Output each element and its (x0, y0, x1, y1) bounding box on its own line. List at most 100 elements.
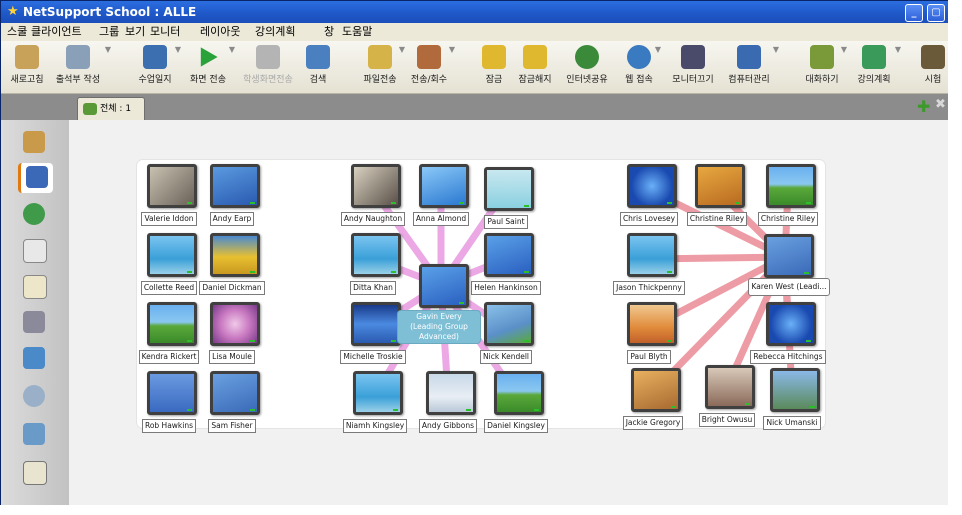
monitor-off-icon (681, 45, 705, 69)
menu-view[interactable]: 보기 (125, 23, 145, 41)
notepad-icon (23, 461, 47, 485)
client-name: Andy Gibbons (418, 419, 478, 433)
unlock-button[interactable]: 잠금해지 (513, 45, 557, 91)
menu-school[interactable]: 스쿨 (7, 23, 27, 41)
client-name: Sam Fisher (208, 419, 256, 433)
lock-button[interactable]: 잠금 (479, 45, 509, 91)
client-name: Chris Lovesey (619, 212, 679, 226)
add-tab-button[interactable]: ✚ (917, 97, 930, 116)
unlock-icon (523, 45, 547, 69)
client-monitor[interactable]: Christine Riley (750, 164, 826, 234)
sidebar-printer[interactable] (18, 308, 50, 338)
menu-group[interactable]: 그룹 (99, 23, 119, 41)
sidebar-documents[interactable] (18, 236, 50, 266)
clients-icon (23, 131, 45, 153)
menu-lesson-plan[interactable]: 강의계획 (255, 23, 295, 41)
sidebar-devices[interactable] (18, 382, 50, 412)
menu-layout[interactable]: 레이아웃 (200, 23, 240, 41)
client-name: Daniel Kingsley (484, 419, 548, 433)
lesson-plan-button[interactable]: ▼ 강의계획 (851, 45, 901, 91)
web-button[interactable]: ▼ 웹 접속 (621, 45, 661, 91)
minimize-button[interactable]: _ (905, 4, 923, 22)
client-name: Christine Riley (686, 212, 748, 226)
client-name: Daniel Dickman (199, 281, 265, 295)
leader-monitor[interactable]: Gavin Every (Leading Group Advanced) (397, 264, 481, 344)
tab-strip: 전체 : 1 (1, 94, 949, 121)
client-monitor[interactable]: Jackie Gregory (615, 368, 691, 438)
distribute-button[interactable]: ▼ 전송/회수 (407, 45, 455, 91)
toolbar: 새로고침 ▼ 출석부 작성 ▼ 수업일지 ▼ 화면 전송 학생화면전송 검색 ▼ 파일전… (1, 41, 949, 94)
exhibit-button[interactable]: 학생화면전송 (237, 45, 299, 91)
menu-window[interactable]: 창 (324, 23, 334, 41)
menu-monitor[interactable]: 모니터 (150, 23, 180, 41)
file-transfer-button[interactable]: ▼ 파일전송 (359, 45, 405, 91)
client-monitor[interactable]: Rebecca Hitchings (750, 302, 826, 372)
register-button[interactable]: ▼ 출석부 작성 (49, 45, 111, 91)
client-monitor[interactable]: Paul Blyth (611, 302, 687, 372)
client-name: Jackie Gregory (622, 416, 684, 430)
monitor-off-button[interactable]: 모니터끄기 (669, 45, 717, 91)
leader-name: Karen West (Leadi... (748, 278, 830, 296)
client-monitor[interactable]: Daniel Kingsley (478, 371, 554, 441)
tab-all[interactable]: 전체 : 1 (77, 97, 145, 121)
client-monitor[interactable]: Andy Naughton (335, 164, 411, 234)
client-monitor[interactable]: Andy Gibbons (410, 371, 486, 441)
client-monitor[interactable]: Niamh Kingsley (337, 371, 413, 441)
restore-button[interactable]: ▢ (927, 4, 945, 22)
journal-icon (143, 45, 167, 69)
client-name: Collette Reed (140, 281, 198, 295)
chat-icon (810, 45, 834, 69)
client-monitor[interactable]: Helen Hankinson (468, 233, 544, 303)
refresh-button[interactable]: 새로고침 (7, 45, 47, 91)
client-name: Paul Blyth (627, 350, 671, 364)
exhibit-icon (256, 45, 280, 69)
star-icon: ★ (7, 4, 19, 19)
sidebar-users[interactable] (18, 344, 50, 374)
client-monitor[interactable]: Sam Fisher (194, 371, 270, 441)
computer-manage-button[interactable]: ▼ 컴퓨터관리 (723, 45, 779, 91)
chat-button[interactable]: ▼ 대화하기 (801, 45, 847, 91)
client-monitor[interactable]: Andy Earp (194, 164, 270, 234)
client-monitor[interactable]: Chris Lovesey (611, 164, 687, 234)
client-monitor[interactable]: Lisa Moule (194, 302, 270, 372)
client-name: Helen Hankinson (471, 281, 541, 295)
client-name: Nick Kendell (480, 350, 532, 364)
close-tab-button[interactable]: ✖ (935, 97, 946, 112)
eraser-icon (23, 423, 45, 445)
client-name: Anna Almond (412, 212, 470, 226)
client-monitor[interactable]: Ditta Khan (335, 233, 411, 303)
menu-client[interactable]: 클라이언트 (31, 23, 82, 41)
client-monitor[interactable]: Daniel Dickman (194, 233, 270, 303)
test-button[interactable]: 시험 (919, 45, 947, 91)
menu-bar: 스쿨 클라이언트 그룹 보기 모니터 레이아웃 강의계획 창 도움말 (1, 23, 949, 41)
sidebar-monitor[interactable] (18, 163, 53, 193)
client-monitor[interactable]: Nick Umanski (754, 368, 830, 438)
client-monitor[interactable]: Christine Riley (679, 164, 755, 234)
leader-monitor[interactable]: Karen West (Leadi... (748, 234, 830, 304)
sidebar-internet[interactable] (18, 200, 50, 230)
lesson-plan-icon (862, 45, 886, 69)
show-screen-button[interactable]: ▼ 화면 전송 (185, 45, 235, 91)
client-name: Paul Saint (484, 215, 528, 229)
client-name: Rebecca Hitchings (750, 350, 826, 364)
client-name: Nick Umanski (763, 416, 821, 430)
sidebar-notepad[interactable] (18, 458, 50, 488)
search-icon (306, 45, 330, 69)
search-button[interactable]: 검색 (303, 45, 333, 91)
sidebar-clipboard[interactable] (18, 272, 50, 302)
client-monitor[interactable]: Jason Thickpenny (611, 233, 687, 303)
client-name: Lisa Moule (209, 350, 255, 364)
sidebar-eraser[interactable] (18, 420, 50, 450)
lock-icon (482, 45, 506, 69)
journal-button[interactable]: ▼ 수업일지 (133, 45, 181, 91)
client-monitor[interactable]: Paul Saint (468, 167, 544, 237)
client-name: Ditta Khan (350, 281, 396, 295)
sidebar-clients[interactable] (18, 128, 50, 158)
window-title: NetSupport School : ALLE (23, 5, 197, 19)
internet-button[interactable]: 인터넷공유 (561, 45, 613, 91)
client-name: Kendra Rickert (138, 350, 200, 364)
client-name: Bright Owusu (698, 413, 756, 427)
menu-help[interactable]: 도움말 (342, 23, 372, 41)
client-name: Valerie Iddon (141, 212, 197, 226)
client-name: Christine Riley (757, 212, 819, 226)
